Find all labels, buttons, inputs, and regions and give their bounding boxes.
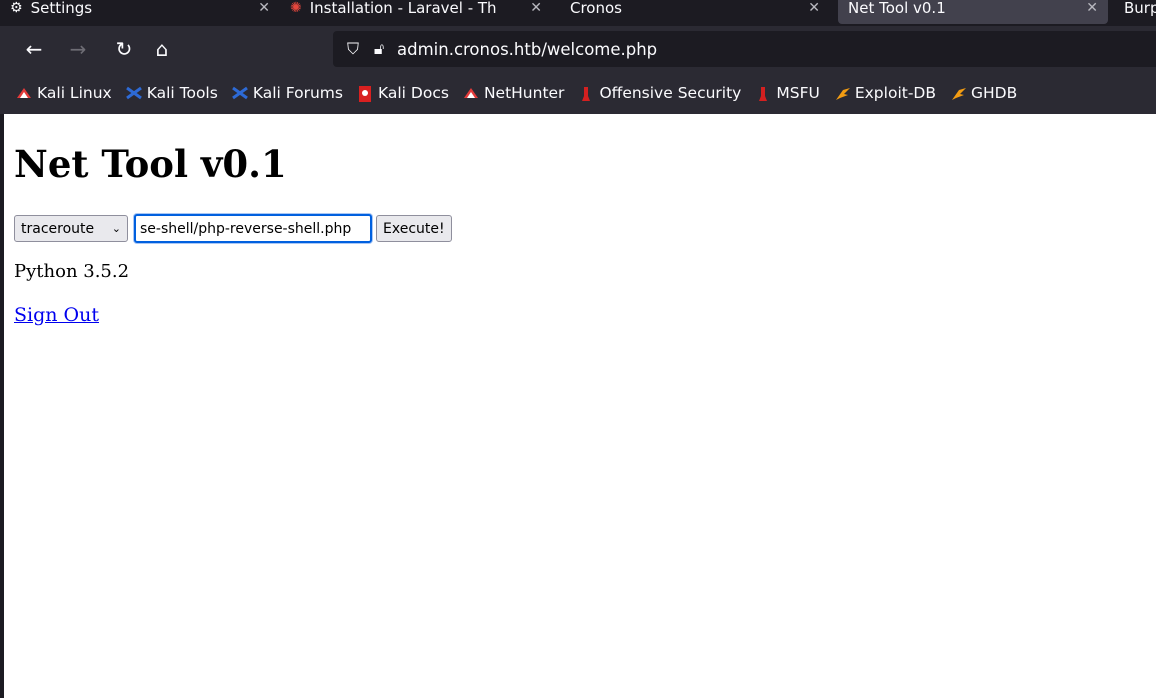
bookmark-nethunter[interactable]: NetHunter xyxy=(463,84,565,102)
tab-bar: ⚙ Settings ✕ ✺ Installation - Laravel - … xyxy=(0,0,1156,26)
gear-icon: ⚙ xyxy=(10,0,23,16)
ghdb-icon xyxy=(950,86,966,100)
close-icon[interactable]: ✕ xyxy=(258,0,270,16)
bookmark-label: NetHunter xyxy=(483,84,565,102)
kali-forums-icon xyxy=(231,86,248,100)
bookmark-label: Kali Docs xyxy=(377,84,449,102)
tab-label: Cronos xyxy=(570,0,622,17)
tab-net-tool[interactable]: Net Tool v0.1 ✕ xyxy=(838,0,1108,24)
page-content: Net Tool v0.1 traceroute ⌄ se-shell/php-… xyxy=(4,114,1156,698)
close-icon[interactable]: ✕ xyxy=(1086,0,1098,16)
bookmark-label: Offensive Security xyxy=(599,84,742,102)
bookmark-label: MSFU xyxy=(776,84,820,102)
bookmark-kali-docs[interactable]: Kali Docs xyxy=(357,84,449,102)
tab-settings[interactable]: ⚙ Settings ✕ xyxy=(0,0,280,24)
url-bar[interactable]: ⛉ 🔓︎ admin.cronos.htb/welcome.php xyxy=(333,31,1156,67)
url-text[interactable]: admin.cronos.htb/welcome.php xyxy=(397,40,657,59)
kali-linux-icon xyxy=(16,86,32,100)
bookmark-offensive-security[interactable]: Offensive Security xyxy=(578,84,741,102)
bookmark-msfu[interactable]: MSFU xyxy=(755,84,820,102)
bookmark-exploit-db[interactable]: Exploit-DB xyxy=(834,84,936,102)
nethunter-icon xyxy=(463,86,479,100)
net-tool-form: traceroute ⌄ se-shell/php-reverse-shell.… xyxy=(14,214,452,243)
tab-cronos[interactable]: Cronos ✕ xyxy=(560,0,830,24)
tab-burp[interactable]: Burp xyxy=(1114,0,1156,24)
home-button[interactable]: ⌂ xyxy=(146,26,178,72)
command-select[interactable]: traceroute ⌄ xyxy=(14,215,128,242)
execute-button[interactable]: Execute! xyxy=(376,215,452,242)
sign-out-link[interactable]: Sign Out xyxy=(14,304,99,326)
bookmark-label: Exploit-DB xyxy=(854,84,936,102)
msfu-icon xyxy=(755,86,771,101)
exploit-db-icon xyxy=(834,86,850,100)
tab-label: Burp xyxy=(1124,0,1156,17)
close-icon[interactable]: ✕ xyxy=(808,0,820,16)
command-select-value: traceroute xyxy=(21,220,95,237)
bookmark-label: Kali Tools xyxy=(146,84,218,102)
bookmark-kali-forums[interactable]: Kali Forums xyxy=(231,84,343,102)
reload-button[interactable]: ↻ xyxy=(108,26,140,72)
kali-docs-icon xyxy=(357,86,373,102)
bookmark-label: GHDB xyxy=(970,84,1018,102)
bookmarks-bar: Kali Linux Kali Tools Kali Forums Kali D… xyxy=(0,72,1156,114)
nav-toolbar: ← → ↻ ⌂ ⛉ 🔓︎ admin.cronos.htb/welcome.ph… xyxy=(0,26,1156,72)
tab-label: Installation - Laravel - Th xyxy=(309,0,497,17)
shield-icon[interactable]: ⛉ xyxy=(343,39,363,59)
back-button[interactable]: ← xyxy=(18,26,50,72)
kali-tools-icon xyxy=(125,86,142,100)
chevron-down-icon: ⌄ xyxy=(111,222,121,235)
host-input[interactable]: se-shell/php-reverse-shell.php xyxy=(134,214,372,243)
tab-label: Net Tool v0.1 xyxy=(848,0,946,17)
laravel-icon: ✺ xyxy=(290,0,302,16)
close-icon[interactable]: ✕ xyxy=(530,0,542,16)
page-title: Net Tool v0.1 xyxy=(14,142,287,186)
bookmark-ghdb[interactable]: GHDB xyxy=(950,84,1017,102)
bookmark-kali-tools[interactable]: Kali Tools xyxy=(125,84,218,102)
lock-icon[interactable]: 🔓︎ xyxy=(369,39,389,59)
tab-laravel[interactable]: ✺ Installation - Laravel - Th ✕ xyxy=(280,0,552,24)
bookmark-label: Kali Linux xyxy=(37,84,112,102)
command-output: Python 3.5.2 xyxy=(14,261,130,282)
bookmark-kali-linux[interactable]: Kali Linux xyxy=(16,84,112,102)
offsec-icon xyxy=(578,86,594,101)
tab-label: Settings xyxy=(30,0,93,17)
bookmark-label: Kali Forums xyxy=(252,84,343,102)
forward-button[interactable]: → xyxy=(62,26,94,72)
